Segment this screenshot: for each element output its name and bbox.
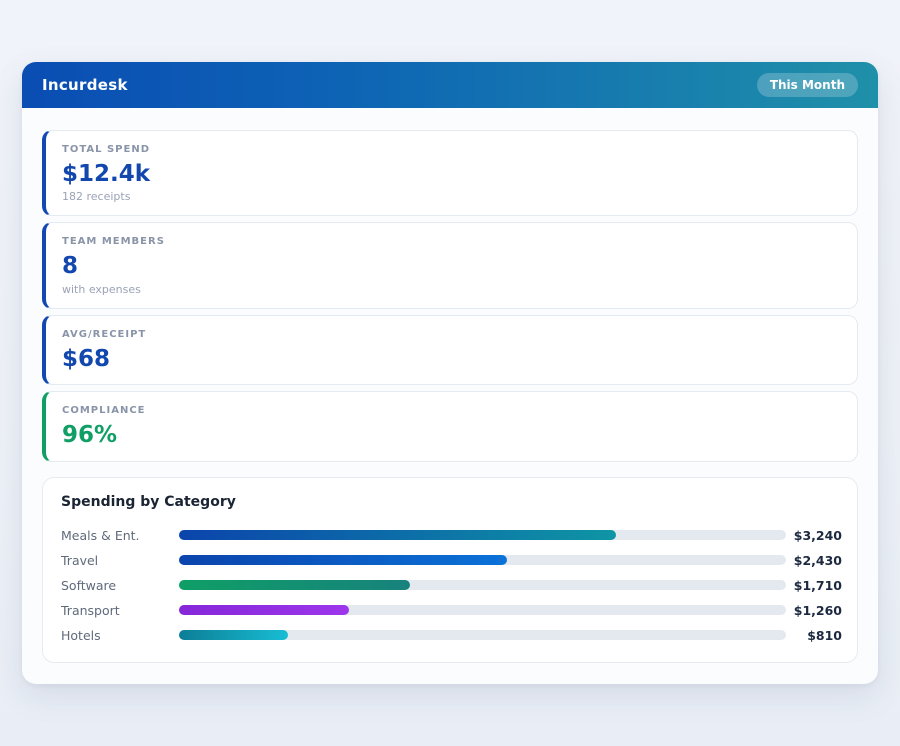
bar-fill (179, 580, 410, 590)
stat-label: TOTAL SPEND (62, 144, 841, 155)
stat-label: COMPLIANCE (62, 405, 841, 416)
stat-card-total-spend: TOTAL SPEND $12.4k 182 receipts (42, 130, 858, 216)
stat-subtext: 182 receipts (62, 190, 841, 203)
chart-row-hotels: Hotels $810 (61, 623, 842, 648)
category-value: $2,430 (786, 553, 842, 568)
stat-card-team-members: TEAM MEMBERS 8 with expenses (42, 222, 858, 308)
chart-row-meals: Meals & Ent. $3,240 (61, 523, 842, 548)
stat-card-compliance: COMPLIANCE 96% (42, 391, 858, 461)
bar-fill (179, 530, 616, 540)
category-label: Meals & Ent. (61, 528, 179, 543)
stat-value: $68 (62, 346, 841, 372)
app-header: Incurdesk This Month (22, 62, 878, 108)
chart-title: Spending by Category (61, 494, 842, 510)
bar-fill (179, 605, 349, 615)
spending-by-category-chart: Spending by Category Meals & Ent. $3,240… (42, 477, 858, 663)
category-label: Hotels (61, 628, 179, 643)
category-value: $810 (786, 628, 842, 643)
bar-fill (179, 555, 507, 565)
page-background: { "app": { "title": "Incurdesk", "period… (0, 0, 900, 746)
stat-label: TEAM MEMBERS (62, 236, 841, 247)
chart-row-software: Software $1,710 (61, 573, 842, 598)
dashboard-card: Incurdesk This Month TOTAL SPEND $12.4k … (22, 62, 878, 684)
category-label: Software (61, 578, 179, 593)
chart-row-travel: Travel $2,430 (61, 548, 842, 573)
category-value: $1,260 (786, 603, 842, 618)
app-title: Incurdesk (42, 76, 128, 94)
bar-track (179, 605, 786, 615)
stat-value: 96% (62, 422, 841, 448)
category-label: Travel (61, 553, 179, 568)
stat-subtext: with expenses (62, 283, 841, 296)
bar-fill (179, 630, 288, 640)
stat-card-avg-receipt: AVG/RECEIPT $68 (42, 315, 858, 385)
stat-value: $12.4k (62, 161, 841, 187)
dashboard-body: TOTAL SPEND $12.4k 182 receipts TEAM MEM… (22, 108, 878, 684)
period-badge[interactable]: This Month (757, 73, 858, 97)
bar-track (179, 555, 786, 565)
category-value: $1,710 (786, 578, 842, 593)
category-label: Transport (61, 603, 179, 618)
category-value: $3,240 (786, 528, 842, 543)
bar-track (179, 630, 786, 640)
stat-label: AVG/RECEIPT (62, 329, 841, 340)
stat-value: 8 (62, 253, 841, 279)
bar-track (179, 580, 786, 590)
bar-track (179, 530, 786, 540)
chart-row-transport: Transport $1,260 (61, 598, 842, 623)
